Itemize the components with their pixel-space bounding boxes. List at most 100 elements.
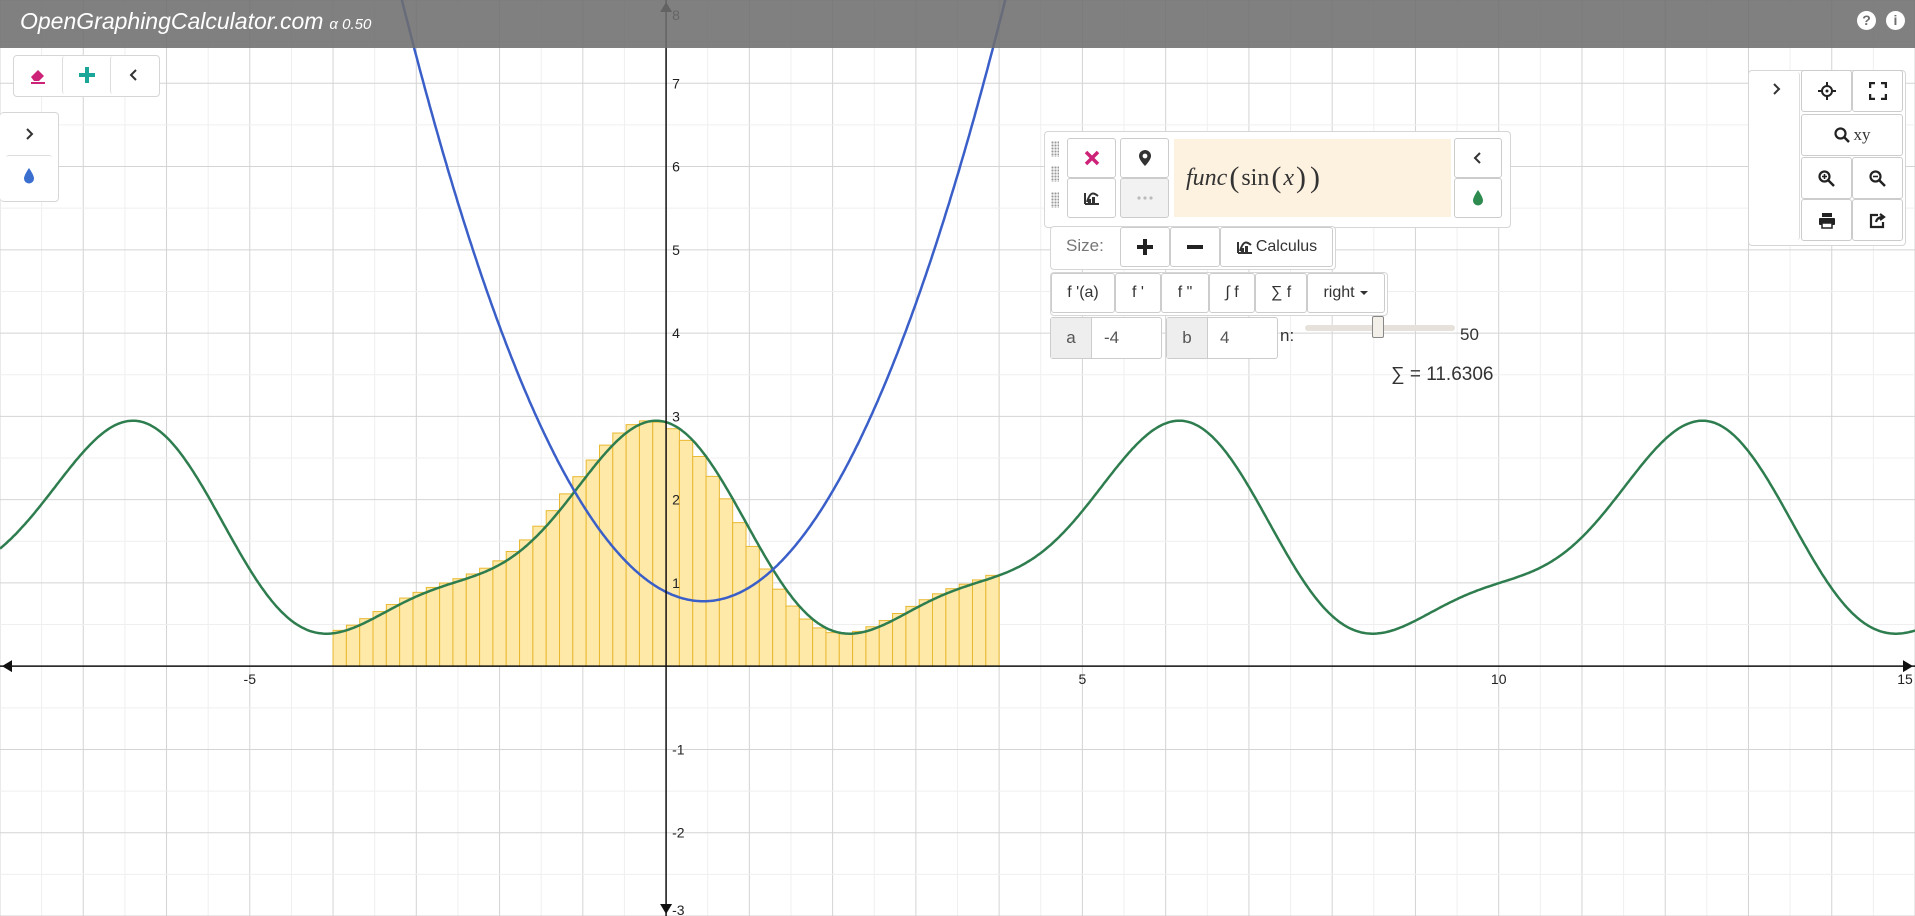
fullscreen-button[interactable] [1852,70,1903,112]
drag-handle[interactable] [1051,192,1059,208]
riemann-rect [971,579,987,667]
zoom-out-icon [1869,169,1886,187]
collapse-view-panel-button[interactable] [1752,72,1800,240]
riemann-mode-dropdown[interactable]: right [1307,273,1385,313]
share-icon [1869,212,1886,228]
first-derivative-button[interactable]: f ' [1115,273,1161,313]
more-button[interactable] [1120,178,1169,218]
droplet-icon [24,167,34,183]
pin-button[interactable] [1120,138,1169,178]
y-tick-label: 3 [672,408,680,424]
integral-label: ∫ f [1225,284,1239,301]
integral-button[interactable]: ∫ f [1209,273,1255,313]
riemann-rect [465,573,481,667]
calculus-icon [1236,241,1252,254]
riemann-rect [718,498,734,667]
drag-handle[interactable] [1051,166,1059,182]
x-tick-label: 15 [1897,671,1913,687]
question-icon[interactable]: ? [1857,11,1876,30]
riemann-rect [452,578,467,667]
center-view-button[interactable] [1801,70,1852,112]
collapse-function-button[interactable] [1454,138,1502,178]
riemann-rect [652,421,667,667]
graph-canvas[interactable]: -55101587654321-1-2-3 [0,0,1915,916]
color-button[interactable] [6,155,52,195]
add-button[interactable] [62,56,110,94]
grid-lines [0,0,1915,916]
riemann-rect [958,583,973,667]
function-color-button[interactable] [1454,178,1502,218]
riemann-rect [892,612,907,667]
x-axis-arrow-left [2,660,12,673]
first-derivative-label: f ' [1132,284,1144,301]
calculus-icon [1083,192,1099,205]
riemann-rect [772,588,787,667]
expand-icon [1868,82,1887,100]
riemann-rect [878,620,894,667]
y-tick-label: 2 [672,492,680,508]
second-derivative-button[interactable]: f " [1161,273,1209,313]
eraser-button[interactable] [14,56,62,94]
riemann-rect [918,599,934,667]
print-button[interactable] [1801,199,1852,241]
riemann-rect [345,624,361,667]
expression-input[interactable]: func ( sin ( x ) ) [1174,139,1451,217]
riemann-rect [385,604,401,667]
chevron-left-icon [1473,152,1481,164]
calculus-button[interactable]: Calculus [1220,227,1333,267]
y-axis-arrow-down [660,904,673,914]
riemann-mode-label: right [1323,284,1355,301]
chevron-left-icon [129,69,137,81]
riemann-rect [665,428,680,667]
chevron-right-icon [1772,83,1780,95]
top-bar: OpenGraphingCalculator.com α 0.50 ? i [0,0,1915,48]
zoom-in-button[interactable] [1801,157,1852,199]
riemann-rect [479,567,494,667]
calculus-toggle-button[interactable] [1067,178,1116,218]
zoom-out-button[interactable] [1852,157,1903,199]
y-tick-label: -2 [672,825,685,841]
riemann-rect [425,586,441,667]
riemann-sum-button[interactable]: ∑ f [1255,273,1307,313]
riemann-rect [798,618,814,667]
crosshairs-icon [1817,82,1836,100]
plus-icon [78,67,95,83]
riemann-rect [492,560,507,667]
second-derivative-label: f " [1177,284,1193,301]
riemann-rect [412,591,427,667]
a-input-group: a [1050,317,1162,359]
riemann-rect [372,611,387,667]
b-input[interactable] [1208,318,1272,358]
b-input-group: b [1166,317,1278,359]
x-tick-label: 5 [1078,671,1086,687]
drag-handle[interactable] [1051,141,1059,157]
riemann-rect [545,510,561,667]
derivative-at-point-button[interactable]: f '(a) [1051,273,1115,313]
zoom-xy-button[interactable]: xy [1801,114,1903,156]
size-increase-button[interactable] [1120,227,1170,267]
y-tick-label: -1 [672,741,685,757]
riemann-rect [359,618,374,667]
size-decrease-button[interactable] [1170,227,1220,267]
riemann-rect [399,597,414,667]
riemann-rect [598,444,614,667]
collapse-toolbar-button[interactable] [110,56,157,94]
plus-icon [1137,239,1153,255]
n-slider-thumb[interactable] [1372,316,1384,338]
brand[interactable]: OpenGraphingCalculator.com α 0.50 [20,8,371,35]
a-input[interactable] [1092,318,1156,358]
caret-down-icon [1359,291,1368,295]
riemann-rect [678,439,694,667]
y-tick-label: 6 [672,159,680,175]
riemann-rect [332,629,347,667]
riemann-rect [905,605,920,667]
info-icon[interactable]: i [1886,11,1905,30]
zoom-icon [1833,127,1850,143]
expand-panel-button[interactable] [6,114,52,154]
riemann-sum-label: ∑ f [1270,284,1292,301]
zoom-xy-label: xy [1853,125,1871,144]
share-button[interactable] [1852,199,1903,241]
chevron-right-icon [26,128,34,140]
delete-function-button[interactable] [1067,138,1116,178]
print-icon [1818,212,1835,229]
